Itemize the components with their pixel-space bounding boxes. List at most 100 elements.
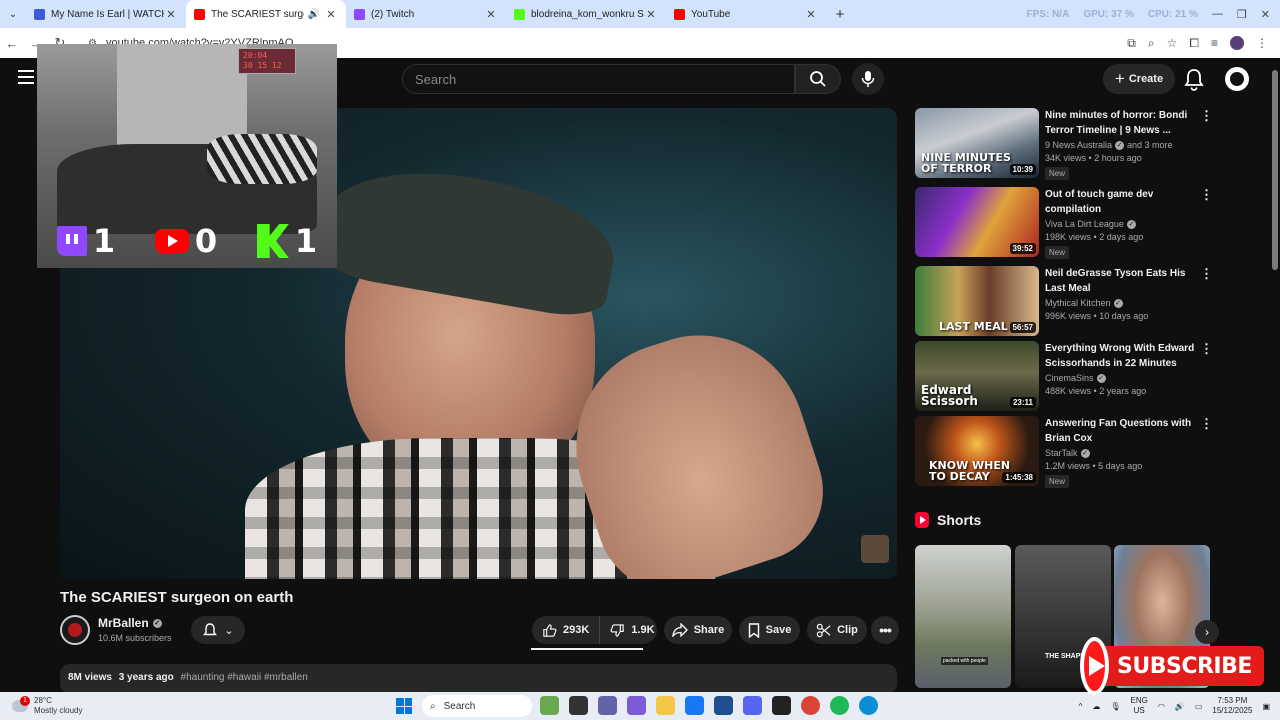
zoom-icon[interactable]: ⌕	[1148, 36, 1155, 51]
browser-tab-youtube[interactable]: YouTube ✕	[666, 0, 826, 28]
hashtag-link[interactable]: #haunting	[181, 672, 225, 683]
search-button[interactable]	[795, 64, 841, 94]
short-video-card[interactable]: packed with people	[915, 545, 1011, 688]
video-options-icon[interactable]: ⋮	[1200, 188, 1213, 201]
recommended-video[interactable]: Edward Scissorh 23:11 Everything Wrong W…	[915, 341, 1215, 413]
language-indicator[interactable]: ENG US	[1131, 696, 1148, 716]
onedrive-icon[interactable]: ☁	[1092, 702, 1100, 711]
tab-audio-icon[interactable]: 🔊	[308, 9, 320, 20]
channel-name[interactable]: StarTalk	[1045, 448, 1078, 458]
tab-close-icon[interactable]: ✕	[804, 8, 818, 21]
hashtag-link[interactable]: #mrballen	[264, 672, 308, 683]
menu-icon[interactable]	[18, 70, 34, 88]
share-button[interactable]: Share	[664, 616, 732, 644]
channel-name[interactable]: 9 News Australia	[1045, 140, 1112, 150]
channel-name[interactable]: Viva La Dirt League	[1045, 219, 1124, 229]
taskbar-search[interactable]: ⌕ Search	[422, 695, 532, 717]
voice-search-button[interactable]	[852, 63, 884, 95]
tab-search-icon[interactable]: ⌄	[0, 0, 26, 28]
clip-button[interactable]: Clip	[807, 616, 867, 644]
copilot-icon[interactable]	[627, 696, 646, 715]
extensions-icon[interactable]: ⧠	[1189, 36, 1199, 51]
back-icon[interactable]: ←	[0, 36, 24, 51]
notifications-bell-icon[interactable]	[1183, 67, 1205, 91]
facebook-icon[interactable]	[685, 696, 704, 715]
channel-name[interactable]: CinemaSins	[1045, 373, 1094, 383]
tab-close-icon[interactable]: ✕	[164, 8, 178, 21]
tab-close-icon[interactable]: ✕	[324, 8, 338, 21]
video-title[interactable]: Neil deGrasse Tyson Eats His Last Meal	[1045, 266, 1195, 296]
video-thumbnail[interactable]: KNOW WHEN TO DECAY 1:45:38	[915, 416, 1039, 486]
video-options-icon[interactable]: ⋮	[1200, 267, 1213, 280]
tab-close-icon[interactable]: ✕	[644, 8, 658, 21]
channel-name[interactable]: Mythical Kitchen	[1045, 298, 1111, 308]
save-button[interactable]: Save	[739, 616, 800, 644]
search-input[interactable]	[415, 71, 794, 87]
volume-icon[interactable]: 🔊	[1175, 702, 1185, 711]
bookmark-star-icon[interactable]: ☆	[1167, 36, 1178, 50]
description-box[interactable]: 8M views 3 years ago #haunting #hawaii #…	[60, 664, 897, 694]
video-thumbnail[interactable]: NINE MINUTES OF TERROR 10:39	[915, 108, 1039, 178]
dislike-button[interactable]: 1.9K	[600, 616, 664, 644]
close-window-icon[interactable]: ✕	[1261, 8, 1270, 21]
video-title[interactable]: Nine minutes of horror: Bondi Terror Tim…	[1045, 108, 1195, 138]
recommended-video[interactable]: KNOW WHEN TO DECAY 1:45:38 Answering Fan…	[915, 416, 1215, 488]
wifi-icon[interactable]: ◠	[1158, 702, 1165, 711]
chrome-icon[interactable]	[801, 696, 820, 715]
profile-avatar[interactable]	[1230, 36, 1244, 50]
weather-widget[interactable]: 1 28°C Mostly cloudy	[12, 692, 82, 720]
file-explorer-icon[interactable]	[656, 696, 675, 715]
store-icon[interactable]	[714, 696, 733, 715]
video-thumbnail[interactable]: LAST MEAL 56:57	[915, 266, 1039, 336]
tray-expand-icon[interactable]: ^	[1079, 702, 1083, 711]
discord-icon[interactable]	[743, 696, 762, 715]
browser-tab-video[interactable]: The SCARIEST surgeon on e 🔊 ✕	[186, 0, 346, 28]
microphone-icon[interactable]: 🎙	[1110, 702, 1120, 711]
like-button[interactable]: 293K	[532, 616, 601, 644]
browser-tab-earl[interactable]: My Name Is Earl | WATCH ON Ⅲ ✕	[26, 0, 186, 28]
video-options-icon[interactable]: ⋮	[1200, 109, 1213, 122]
spotify-icon[interactable]	[830, 696, 849, 715]
recommended-video[interactable]: NINE MINUTES OF TERROR 10:39 Nine minute…	[915, 108, 1215, 180]
video-title[interactable]: Out of touch game dev compilation	[1045, 187, 1195, 217]
hashtag-link[interactable]: #hawaii	[227, 672, 261, 683]
channel-watermark[interactable]	[861, 535, 889, 563]
minimize-icon[interactable]: —	[1212, 8, 1223, 20]
browser-tab-kick[interactable]: blodreina_kom_wonkru Stream ✕	[506, 0, 666, 28]
app-icon[interactable]	[540, 696, 559, 715]
tab-close-icon[interactable]: ✕	[484, 8, 498, 21]
video-title[interactable]: Everything Wrong With Edward Scissorhand…	[1045, 341, 1195, 371]
browser-tab-twitch[interactable]: (2) Twitch ✕	[346, 0, 506, 28]
windows-start-icon[interactable]	[396, 698, 412, 714]
install-icon[interactable]: ⧉	[1127, 36, 1136, 51]
video-options-icon[interactable]: ⋮	[1200, 417, 1213, 430]
account-avatar[interactable]	[1225, 67, 1249, 91]
video-thumbnail[interactable]: 39:52	[915, 187, 1039, 257]
channel-name[interactable]: MrBallen	[98, 616, 149, 630]
reading-list-icon[interactable]: ≡	[1211, 36, 1218, 50]
taskbar-clock[interactable]: 7:53 PM 15/12/2025	[1212, 696, 1252, 716]
scrollbar-thumb[interactable]	[1272, 70, 1278, 270]
more-actions-button[interactable]: •••	[871, 616, 899, 644]
app-icon[interactable]	[772, 696, 791, 715]
create-button[interactable]: + Create	[1103, 64, 1175, 94]
maximize-icon[interactable]: ❐	[1237, 8, 1247, 21]
recommended-video[interactable]: 39:52 Out of touch game dev compilation …	[915, 187, 1215, 259]
task-view-icon[interactable]	[569, 696, 588, 715]
battery-icon[interactable]: ▭	[1195, 702, 1203, 711]
search-field[interactable]	[402, 64, 795, 94]
new-tab-button[interactable]: +	[826, 6, 854, 23]
video-title[interactable]: Answering Fan Questions with Brian Cox	[1045, 416, 1195, 446]
channel-avatar[interactable]	[60, 615, 90, 645]
recommended-video[interactable]: LAST MEAL 56:57 Neil deGrasse Tyson Eats…	[915, 266, 1215, 338]
notifications-icon[interactable]: ▣	[1262, 702, 1270, 711]
channel-name-row[interactable]: MrBallen ✓	[98, 616, 162, 630]
video-thumbnail[interactable]: Edward Scissorh 23:11	[915, 341, 1039, 411]
edge-icon[interactable]	[859, 696, 878, 715]
video-options-icon[interactable]: ⋮	[1200, 342, 1213, 355]
browser-menu-icon[interactable]: ⋮	[1256, 36, 1268, 50]
picture-in-picture-stream[interactable]: 20:04 30 15 12 1 0 1	[37, 44, 337, 268]
page-scrollbar[interactable]	[1270, 58, 1280, 692]
notification-preferences-button[interactable]: ⌄	[191, 616, 245, 644]
teams-icon[interactable]	[598, 696, 617, 715]
